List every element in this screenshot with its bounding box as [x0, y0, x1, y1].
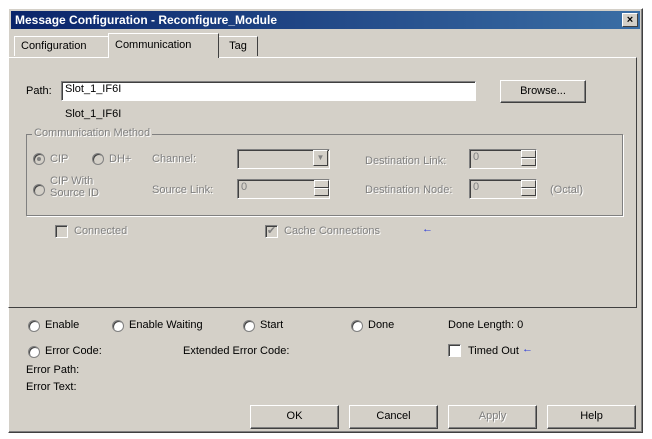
tab-tag[interactable]: Tag: [218, 36, 258, 56]
browse-button[interactable]: Browse...: [500, 80, 586, 103]
error-path-label: Error Path:: [26, 364, 80, 376]
destination-node-spinner[interactable]: [521, 180, 536, 196]
timed-out-label: Timed Out: [468, 345, 519, 357]
start-indicator: [243, 320, 255, 332]
done-label: Done: [368, 319, 395, 331]
communication-method-group-label: Communication Method: [32, 127, 153, 139]
destination-link-spinner[interactable]: [521, 150, 536, 166]
tab-tag-label: Tag: [229, 40, 247, 52]
apply-button[interactable]: Apply: [448, 405, 537, 429]
path-label: Path:: [26, 85, 52, 97]
start-label: Start: [260, 319, 284, 331]
enable-waiting-label: Enable Waiting: [129, 319, 203, 331]
ok-button[interactable]: OK: [250, 405, 339, 429]
tab-communication[interactable]: Communication: [108, 33, 219, 58]
enable-indicator: [28, 320, 40, 332]
communication-tab-panel: Path: Slot_1_IF6I Browse... Slot_1_IF6I …: [8, 57, 637, 308]
error-code-indicator: [28, 346, 40, 358]
close-button[interactable]: ×: [622, 13, 638, 27]
cancel-button[interactable]: Cancel: [349, 405, 438, 429]
arrow-left-icon: ←: [522, 343, 533, 355]
cip-label: CIP: [50, 153, 69, 165]
octal-label: (Octal): [550, 184, 583, 196]
source-id-label: Source ID: [50, 187, 99, 199]
resolved-path-text: Slot_1_IF6I: [65, 108, 122, 120]
destination-node-label: Destination Node:: [365, 184, 453, 196]
done-length-text: Done Length: 0: [448, 319, 524, 331]
enable-waiting-indicator: [112, 320, 124, 332]
connected-label: Connected: [74, 225, 128, 237]
path-input[interactable]: Slot_1_IF6I: [61, 81, 476, 101]
timed-out-checkbox: [448, 344, 461, 357]
window-title: Message Configuration - Reconfigure_Modu…: [15, 13, 278, 27]
arrow-left-icon: ←: [422, 223, 433, 235]
destination-link-label: Destination Link:: [365, 155, 447, 167]
cip-with-label: CIP With: [50, 175, 94, 187]
communication-method-group: [26, 134, 623, 216]
chevron-down-icon[interactable]: ▼: [313, 150, 328, 166]
channel-label: Channel:: [152, 153, 197, 165]
enable-label: Enable: [45, 319, 80, 331]
tab-configuration-label: Configuration: [21, 40, 87, 52]
error-text-label: Error Text:: [26, 381, 77, 393]
tab-communication-label: Communication: [115, 39, 192, 51]
extended-error-code-label: Extended Error Code:: [183, 345, 290, 357]
cip-source-id-radio[interactable]: [33, 184, 45, 196]
error-code-label: Error Code:: [45, 345, 102, 357]
dhplus-label: DH+: [109, 153, 132, 165]
source-link-spinner[interactable]: [314, 180, 329, 196]
source-link-label: Source Link:: [152, 184, 214, 196]
cache-connections-label: Cache Connections: [284, 225, 381, 237]
done-indicator: [351, 320, 363, 332]
dhplus-radio[interactable]: [92, 153, 104, 165]
connected-checkbox[interactable]: [55, 225, 68, 238]
cache-connections-checkbox[interactable]: ✔: [265, 225, 278, 238]
help-button[interactable]: Help: [547, 405, 636, 429]
tab-configuration[interactable]: Configuration: [14, 36, 110, 56]
cip-radio[interactable]: [33, 153, 45, 165]
title-bar[interactable]: Message Configuration - Reconfigure_Modu…: [11, 11, 640, 29]
